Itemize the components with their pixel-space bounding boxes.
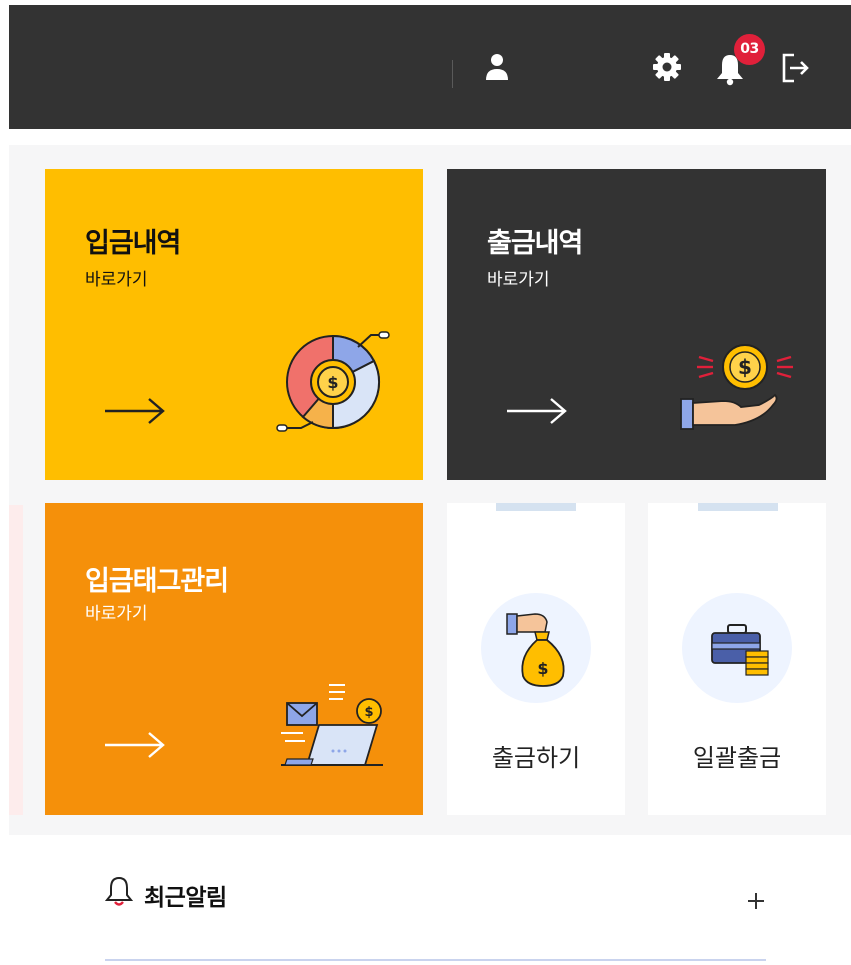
left-edge-band (9, 505, 23, 815)
svg-text:$: $ (738, 355, 752, 379)
arrow-right-icon (103, 391, 167, 435)
money-bag-hand-icon: $ (505, 606, 569, 694)
deposit-history-title: 입금내역 (85, 228, 181, 259)
deposit-history-shortcut: 바로가기 (85, 270, 148, 290)
donut-chart-coin-icon: $ (273, 327, 393, 441)
bell-outline-icon (104, 875, 134, 911)
card-tab-indicator (496, 503, 576, 511)
svg-text:$: $ (364, 705, 373, 720)
laptop-mail-coin-icon: $ (273, 681, 393, 775)
gear-icon[interactable] (651, 51, 683, 83)
deposit-tag-management-title: 입금태그관리 (85, 566, 229, 597)
user-icon[interactable] (484, 52, 510, 82)
recent-notifications-panel: 최근알림 (45, 838, 826, 965)
briefcase-coins-icon (708, 621, 772, 681)
arrow-right-icon (505, 391, 569, 435)
card-tab-indicator (698, 503, 778, 511)
withdraw-quick-card[interactable]: $ 출금하기 (447, 503, 625, 815)
deposit-tag-management-shortcut: 바로가기 (85, 604, 148, 624)
bulk-withdraw-label: 일괄출금 (692, 744, 782, 772)
svg-text:$: $ (327, 373, 338, 392)
withdraw-label: 출금하기 (491, 744, 581, 772)
panel-divider (105, 959, 766, 961)
recent-notifications-title: 최근알림 (144, 885, 227, 911)
deposit-tag-management-card[interactable]: 입금태그관리 바로가기 $ (45, 503, 423, 815)
withdrawal-history-card[interactable]: 출금내역 바로가기 $ (447, 169, 826, 480)
header-divider (452, 60, 453, 88)
hand-coin-icon: $ (675, 337, 795, 441)
deposit-history-card[interactable]: 입금내역 바로가기 $ (45, 169, 423, 480)
more-notifications-button[interactable] (745, 890, 767, 916)
notification-badge: 03 (734, 34, 765, 65)
arrow-right-icon (103, 725, 167, 769)
withdrawal-history-shortcut: 바로가기 (487, 270, 550, 290)
withdrawal-history-title: 출금내역 (487, 228, 583, 259)
svg-text:$: $ (537, 659, 548, 678)
bulk-withdraw-quick-card[interactable]: 일괄출금 (648, 503, 826, 815)
logout-icon[interactable] (780, 52, 812, 84)
